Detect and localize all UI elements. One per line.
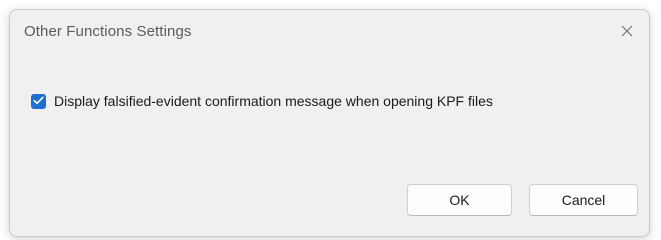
ok-button[interactable]: OK [407,184,512,216]
title-bar: Other Functions Settings [10,10,649,55]
close-button[interactable] [607,12,647,50]
dialog-title: Other Functions Settings [24,23,192,40]
cancel-button[interactable]: Cancel [529,184,638,216]
settings-dialog: Other Functions Settings Display falsifi… [9,9,650,237]
kpf-confirmation-option[interactable]: Display falsified-evident confirmation m… [31,93,493,109]
close-icon [621,25,633,37]
checkmark-icon [33,92,44,110]
kpf-confirmation-checkbox[interactable] [31,92,46,110]
kpf-confirmation-label[interactable]: Display falsified-evident confirmation m… [54,93,493,109]
